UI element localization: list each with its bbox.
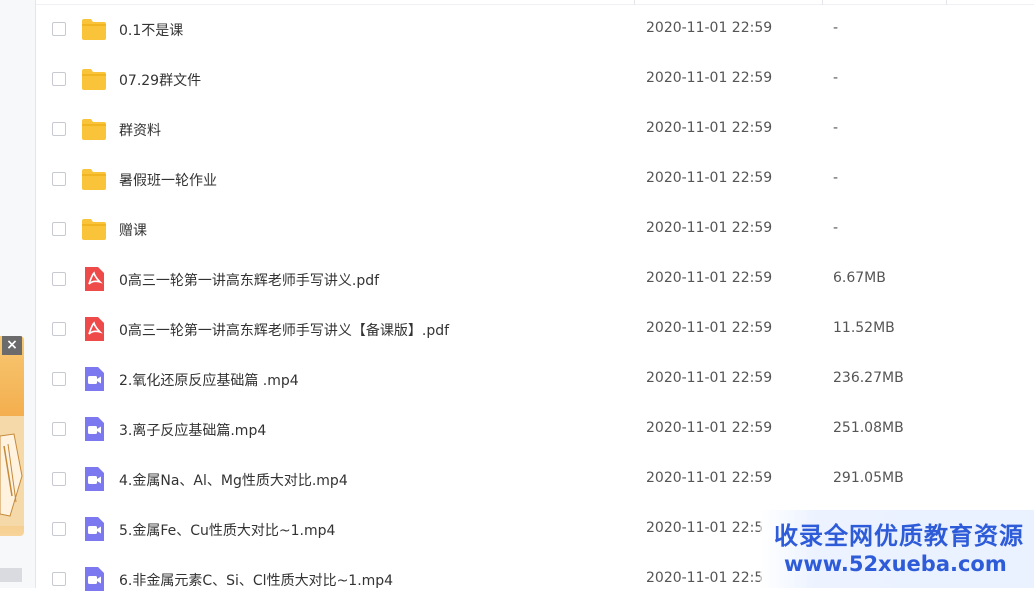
folder-icon	[81, 217, 107, 241]
file-name[interactable]: 暑假班一轮作业	[119, 170, 217, 190]
row-checkbox[interactable]	[52, 222, 66, 236]
file-row[interactable]: 2.氧化还原反应基础篇 .mp4 2020-11-01 22:59 236.27…	[36, 355, 1034, 405]
video-file-icon	[81, 367, 107, 391]
file-row[interactable]: 暑假班一轮作业 2020-11-01 22:59 -	[36, 155, 1034, 205]
row-checkbox[interactable]	[52, 72, 66, 86]
video-file-icon	[81, 567, 107, 591]
file-row[interactable]: 0高三一轮第一讲高东辉老师手写讲义【备课版】.pdf 2020-11-01 22…	[36, 305, 1034, 355]
ad-close-button[interactable]: ×	[2, 336, 22, 355]
file-modified-date: 2020-11-01 22:59	[646, 120, 773, 136]
file-modified-date: 2020-11-01 22:59	[646, 220, 773, 236]
file-modified-date: 2020-11-01 22:59	[646, 270, 773, 286]
watermark: 收录全网优质教育资源 www.52xueba.com	[760, 510, 1034, 588]
file-size: -	[833, 120, 839, 136]
file-row[interactable]: 4.金属Na、Al、Mg性质大对比.mp4 2020-11-01 22:59 2…	[36, 455, 1034, 505]
file-name[interactable]: 0高三一轮第一讲高东辉老师手写讲义.pdf	[119, 270, 379, 290]
row-checkbox[interactable]	[52, 422, 66, 436]
file-modified-date: 2020-11-01 22:59	[646, 70, 773, 86]
row-checkbox[interactable]	[52, 322, 66, 336]
row-checkbox[interactable]	[52, 172, 66, 186]
file-modified-date: 2020-11-01 22:5	[646, 520, 764, 536]
ad-illustration	[0, 416, 24, 526]
file-row[interactable]: 3.离子反应基础篇.mp4 2020-11-01 22:59 251.08MB	[36, 405, 1034, 455]
file-name[interactable]: 赠课	[119, 220, 147, 240]
row-checkbox[interactable]	[52, 522, 66, 536]
file-size: 11.52MB	[833, 320, 895, 336]
file-modified-date: 2020-11-01 22:59	[646, 370, 773, 386]
video-file-icon	[81, 517, 107, 541]
file-size: 6.67MB	[833, 270, 886, 286]
file-modified-date: 2020-11-01 22:59	[646, 470, 773, 486]
watermark-url: www.52xueba.com	[784, 552, 1007, 576]
file-size: 251.08MB	[833, 420, 904, 436]
file-modified-date: 2020-11-01 22:59	[646, 20, 773, 36]
pdf-file-icon	[81, 317, 107, 341]
file-name[interactable]: 07.29群文件	[119, 70, 201, 90]
file-row[interactable]: 赠课 2020-11-01 22:59 -	[36, 205, 1034, 255]
row-checkbox[interactable]	[52, 22, 66, 36]
file-modified-date: 2020-11-01 22:5	[646, 570, 764, 586]
sidebar-bottom-bar	[0, 568, 22, 582]
row-checkbox[interactable]	[52, 372, 66, 386]
file-name[interactable]: 0.1不是课	[119, 20, 183, 40]
folder-icon	[81, 17, 107, 41]
file-size: 236.27MB	[833, 370, 904, 386]
file-row[interactable]: 0高三一轮第一讲高东辉老师手写讲义.pdf 2020-11-01 22:59 6…	[36, 255, 1034, 305]
file-modified-date: 2020-11-01 22:59	[646, 420, 773, 436]
file-size: -	[833, 170, 839, 186]
side-ad-banner[interactable]: ×	[0, 336, 24, 536]
row-checkbox[interactable]	[52, 572, 66, 586]
file-row[interactable]: 07.29群文件 2020-11-01 22:59 -	[36, 55, 1034, 105]
file-row[interactable]: 0.1不是课 2020-11-01 22:59 -	[36, 5, 1034, 55]
file-name[interactable]: 0高三一轮第一讲高东辉老师手写讲义【备课版】.pdf	[119, 320, 449, 340]
folder-icon	[81, 167, 107, 191]
file-modified-date: 2020-11-01 22:59	[646, 320, 773, 336]
folder-icon	[81, 117, 107, 141]
file-row[interactable]: 群资料 2020-11-01 22:59 -	[36, 105, 1034, 155]
row-checkbox[interactable]	[52, 272, 66, 286]
file-size: -	[833, 20, 839, 36]
watermark-slogan: 收录全网优质教育资源	[774, 522, 1024, 550]
file-name[interactable]: 4.金属Na、Al、Mg性质大对比.mp4	[119, 470, 348, 490]
video-file-icon	[81, 417, 107, 441]
row-checkbox[interactable]	[52, 472, 66, 486]
file-name[interactable]: 5.金属Fe、Cu性质大对比~1.mp4	[119, 520, 335, 540]
file-name[interactable]: 2.氧化还原反应基础篇 .mp4	[119, 370, 299, 390]
folder-icon	[81, 67, 107, 91]
file-name[interactable]: 6.非金属元素C、Si、Cl性质大对比~1.mp4	[119, 570, 393, 590]
video-file-icon	[81, 467, 107, 491]
file-size: 291.05MB	[833, 470, 904, 486]
pdf-file-icon	[81, 267, 107, 291]
file-name[interactable]: 3.离子反应基础篇.mp4	[119, 420, 266, 440]
file-size: -	[833, 70, 839, 86]
file-size: -	[833, 220, 839, 236]
file-name[interactable]: 群资料	[119, 120, 161, 140]
row-checkbox[interactable]	[52, 122, 66, 136]
file-modified-date: 2020-11-01 22:59	[646, 170, 773, 186]
